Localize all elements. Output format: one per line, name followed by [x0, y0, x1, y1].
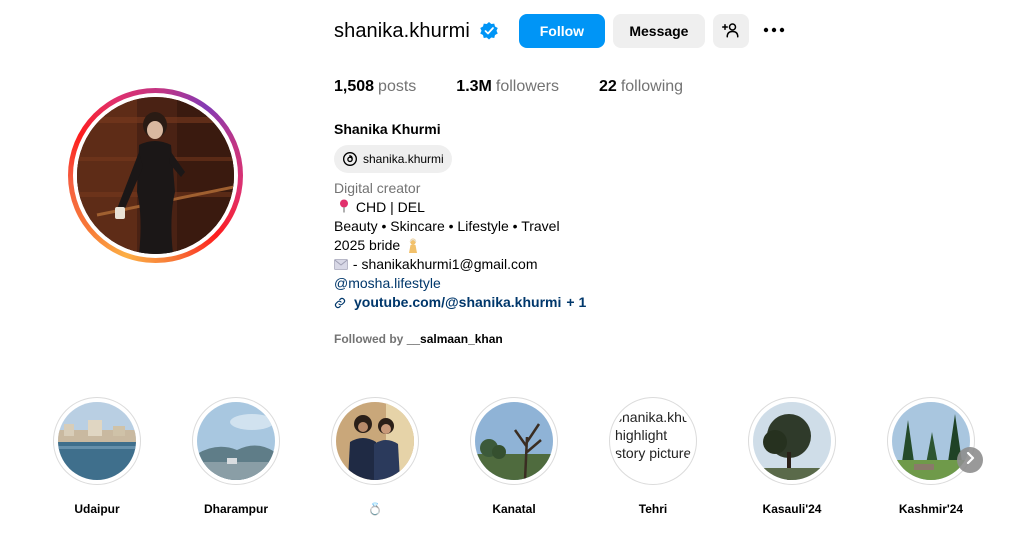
avatar-border — [73, 93, 238, 258]
bio-external-link[interactable]: youtube.com/@shanika.khurmi + 1 — [334, 293, 586, 312]
highlight-kanatal[interactable]: Kanatal — [464, 397, 564, 516]
threads-link-chip[interactable]: shanika.khurmi — [334, 145, 452, 173]
threads-handle: shanika.khurmi — [363, 152, 444, 166]
highlight-dharampur[interactable]: Dharampur — [186, 397, 286, 516]
avatar-image — [77, 97, 234, 254]
message-button[interactable]: Message — [612, 14, 705, 48]
external-link-more[interactable]: + 1 — [566, 293, 586, 312]
highlight-image — [753, 402, 831, 480]
avatar-photo — [77, 97, 234, 254]
highlight-image — [58, 402, 136, 480]
bio-line-email: - shanikakhurmi1@gmail.com — [334, 255, 586, 274]
profile-stats: 1,508 posts 1.3M followers 22 following — [334, 78, 723, 96]
highlight-ring — [192, 397, 280, 485]
following-stat[interactable]: 22 following — [599, 78, 683, 96]
highlight-ring: shanika.khurmi's highlight story picture — [609, 397, 697, 485]
highlight-label: Kanatal — [492, 502, 536, 516]
highlight-label: 💍 — [367, 502, 383, 516]
highlight-kasauli[interactable]: Kasauli'24 — [742, 397, 842, 516]
external-link-text: youtube.com/@shanika.khurmi — [354, 294, 562, 310]
followers-stat[interactable]: 1.3M followers — [456, 78, 559, 96]
bio-category: Digital creator — [334, 180, 421, 196]
bio-mention-link[interactable]: @mosha.lifestyle — [334, 274, 586, 293]
highlight-label: Udaipur — [74, 502, 120, 516]
profile-header: shanika.khurmi Follow Message — [334, 14, 787, 48]
bio-line-location: CHD | DEL — [334, 198, 586, 217]
highlight-ring — [331, 397, 419, 485]
highlight-image — [336, 402, 414, 480]
posts-stat: 1,508 posts — [334, 78, 416, 96]
highlight-tehri[interactable]: shanika.khurmi's highlight story picture… — [603, 397, 703, 516]
posts-label: posts — [378, 78, 417, 95]
posts-count: 1,508 — [334, 78, 375, 95]
followed-by[interactable]: Followed by __salmaan_khan — [334, 332, 503, 346]
highlight-label: Kashmir'24 — [898, 502, 964, 516]
following-label: following — [620, 78, 684, 95]
envelope-icon — [334, 256, 353, 272]
highlight-ring — [748, 397, 836, 485]
follow-button[interactable]: Follow — [518, 14, 605, 48]
highlight-label: Dharampur — [203, 502, 268, 516]
threads-icon — [343, 152, 357, 166]
highlight-image — [475, 402, 553, 480]
followed-by-user[interactable]: __salmaan_khan — [407, 332, 503, 346]
more-options-button[interactable] — [761, 14, 787, 48]
followers-label: followers — [495, 78, 560, 95]
highlight-image — [197, 402, 275, 480]
highlight-label: Kasauli'24 — [762, 502, 822, 516]
highlight-label: Tehri — [638, 502, 668, 516]
broken-highlight-image: shanika.khurmi's highlight story picture — [614, 402, 692, 480]
highlight-ring — [470, 397, 558, 485]
highlight-ring-emoji[interactable]: 💍 — [325, 397, 425, 516]
profile-full-name: Shanika Khurmi — [334, 121, 441, 137]
bride-emoji-icon — [404, 237, 419, 253]
pin-icon — [334, 199, 356, 215]
following-count: 22 — [599, 78, 617, 95]
story-highlights: Udaipur Dharampur 💍 Kanatal shanika.khur… — [45, 397, 995, 527]
followed-by-prefix: Followed by — [334, 332, 404, 346]
followers-count: 1.3M — [456, 78, 492, 95]
highlight-ring — [887, 397, 975, 485]
more-icon — [762, 18, 786, 45]
verified-badge-icon — [479, 21, 499, 41]
suggested-users-button[interactable] — [712, 14, 749, 48]
link-icon — [334, 297, 346, 308]
bio-line-bride: 2025 bride — [334, 236, 586, 255]
profile-username: shanika.khurmi — [334, 19, 470, 42]
highlights-next-button[interactable] — [957, 447, 983, 473]
add-user-icon — [721, 21, 740, 42]
profile-bio: Digital creator CHD | DEL Beauty • Skinc… — [334, 179, 586, 312]
chevron-right-icon — [965, 451, 975, 469]
highlight-image — [892, 402, 970, 480]
highlight-ring — [53, 397, 141, 485]
highlight-udaipur[interactable]: Udaipur — [47, 397, 147, 516]
profile-avatar[interactable] — [68, 88, 243, 263]
bio-line-interests: Beauty • Skincare • Lifestyle • Travel — [334, 218, 560, 234]
